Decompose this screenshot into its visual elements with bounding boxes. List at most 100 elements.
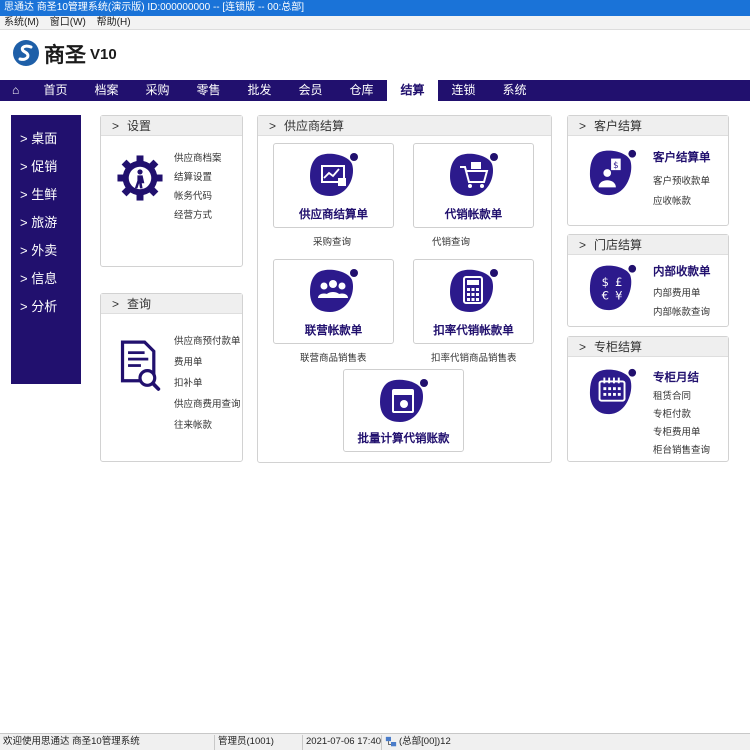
tab-retail[interactable]: 零售	[183, 80, 234, 101]
counter-monthly-settlement[interactable]: 专柜月结	[653, 369, 699, 385]
svg-text:€: €	[602, 289, 609, 303]
currency-icon: $ £ € ¥	[589, 264, 637, 311]
link-settlement-settings[interactable]: 结算设置	[174, 168, 222, 187]
link-joint-sales-report[interactable]: 联营商品销售表	[300, 350, 367, 364]
menu-window[interactable]: 窗口(W)	[46, 16, 90, 30]
tile-label: 联营帐款单	[304, 325, 363, 337]
tile-label: 扣率代销帐款单	[433, 325, 514, 337]
link-internal-expense[interactable]: 内部费用单	[653, 284, 710, 303]
tab-member[interactable]: 会员	[285, 80, 336, 101]
customer-settlement-panel: > 客户结算 $ 客户结算单 客户预收款单 应收帐款	[567, 115, 729, 226]
menu-system[interactable]: 系统(M)	[0, 16, 43, 30]
status-welcome: 欢迎使用思通达 商圣10管理系统	[3, 736, 140, 747]
document-search-icon	[120, 340, 161, 391]
brand-version: V10	[90, 46, 117, 63]
link-supplier-prepay[interactable]: 供应商预付款单	[174, 331, 241, 352]
main-nav: ⌂ 首页 档案 采购 零售 批发 会员 仓库 结算 连锁 系统	[0, 80, 750, 101]
panel-header: > 门店结算	[568, 235, 728, 255]
brand-header: 商圣 V10	[0, 30, 750, 80]
sidebar-item-fresh[interactable]: > 生鲜	[11, 181, 81, 209]
link-business-mode[interactable]: 经营方式	[174, 206, 222, 225]
link-purchase-query[interactable]: 采购查询	[313, 234, 351, 248]
tile-label: 供应商结算单	[299, 209, 368, 221]
network-icon	[385, 736, 397, 747]
chart-screen-icon	[309, 153, 358, 196]
shopping-cart-icon	[449, 153, 498, 196]
customer-links: 客户预收款单 应收帐款	[653, 172, 710, 212]
tab-system[interactable]: 系统	[489, 80, 540, 101]
link-lease-contract[interactable]: 租赁合同	[653, 388, 710, 406]
svg-text:¥: ¥	[615, 289, 622, 303]
internal-receipt-bill[interactable]: 内部收款单	[653, 263, 711, 279]
link-supplier-expense-query[interactable]: 供应商费用查询	[174, 394, 241, 415]
query-panel: > 查询 供应商预付款单 费用单 扣补单 供应商费用查询 往来帐款	[100, 293, 243, 462]
tab-chain[interactable]: 连锁	[438, 80, 489, 101]
tile-consignment-account[interactable]: 代销帐款单	[413, 143, 534, 228]
link-internal-account-query[interactable]: 内部帐款查询	[653, 303, 710, 322]
tab-warehouse[interactable]: 仓库	[336, 80, 387, 101]
store-links: 内部费用单 内部帐款查询	[653, 284, 710, 322]
link-discount-sales-report[interactable]: 扣率代销商品销售表	[431, 350, 517, 364]
link-counter-payment[interactable]: 专柜付款	[653, 406, 710, 424]
svg-text:£: £	[615, 275, 622, 289]
link-expense-bill[interactable]: 费用单	[174, 352, 241, 373]
brand-logo-icon	[13, 40, 39, 66]
link-deduction-bill[interactable]: 扣补单	[174, 373, 241, 394]
status-divider	[381, 735, 382, 750]
link-receivables[interactable]: 应收帐款	[653, 192, 710, 212]
sidebar-item-desktop[interactable]: > 桌面	[11, 125, 81, 153]
link-counter-sales-query[interactable]: 柜台销售查询	[653, 442, 710, 460]
tab-archive[interactable]: 档案	[81, 80, 132, 101]
tile-label: 批量计算代销账款	[357, 433, 450, 445]
link-account-code[interactable]: 帐务代码	[174, 187, 222, 206]
counter-settlement-panel: > 专柜结算 专柜月结 租赁合同 专柜付款 专柜费用单 柜台销售查询	[567, 336, 729, 462]
tile-batch-consignment-calc[interactable]: 批量计算代销账款	[343, 369, 464, 452]
customer-title: 客户结算	[594, 119, 643, 133]
status-datetime: 2021-07-06 17:40	[306, 736, 382, 747]
supplier-title: 供应商结算	[284, 119, 345, 133]
link-counter-expense[interactable]: 专柜费用单	[653, 424, 710, 442]
sidebar-item-analysis[interactable]: > 分析	[11, 293, 81, 321]
link-supplier-archive[interactable]: 供应商档案	[174, 149, 222, 168]
link-customer-prepay[interactable]: 客户预收款单	[653, 172, 710, 192]
sidebar: > 桌面 > 促销 > 生鲜 > 旅游 > 外卖 > 信息 > 分析	[11, 115, 81, 384]
settings-links: 供应商档案 结算设置 帐务代码 经营方式	[174, 149, 222, 225]
tile-joint-account[interactable]: 联营帐款单	[273, 259, 394, 344]
sidebar-item-travel[interactable]: > 旅游	[11, 209, 81, 237]
status-bar: 欢迎使用思通达 商圣10管理系统 管理员(1001) 2021-07-06 17…	[0, 733, 750, 750]
sidebar-item-promotion[interactable]: > 促销	[11, 153, 81, 181]
menu-bar: 系统(M) 窗口(W) 帮助(H)	[0, 16, 750, 30]
window-title: 思通达 商圣10管理系统(演示版) ID:000000000 -- [连锁版 -…	[4, 2, 305, 13]
query-title: 查询	[127, 297, 152, 311]
status-branch: (总部[00])12	[399, 736, 451, 747]
panel-header: > 专柜结算	[568, 337, 728, 357]
svg-text:$: $	[613, 161, 619, 171]
tab-purchase[interactable]: 采购	[132, 80, 183, 101]
tab-settlement[interactable]: 结算	[387, 80, 438, 101]
query-links: 供应商预付款单 费用单 扣补单 供应商费用查询 往来帐款	[174, 331, 241, 436]
sidebar-item-takeout[interactable]: > 外卖	[11, 237, 81, 265]
store-title: 门店结算	[594, 238, 643, 252]
panel-header: > 客户结算	[568, 116, 728, 136]
calculator-icon	[449, 269, 498, 312]
menu-help[interactable]: 帮助(H)	[93, 16, 135, 30]
calendar-icon	[589, 368, 637, 415]
gear-person-icon	[117, 155, 163, 201]
tile-supplier-settlement[interactable]: 供应商结算单	[273, 143, 394, 228]
sidebar-item-info[interactable]: > 信息	[11, 265, 81, 293]
tab-home[interactable]: 首页	[30, 80, 81, 101]
home-icon[interactable]: ⌂	[12, 83, 26, 97]
tile-discount-consignment-account[interactable]: 扣率代销帐款单	[413, 259, 534, 344]
brand-name: 商圣	[44, 43, 86, 67]
tab-wholesale[interactable]: 批发	[234, 80, 285, 101]
nav-tabs: 首页 档案 采购 零售 批发 会员 仓库 结算 连锁 系统	[30, 80, 540, 101]
customer-settlement-bill[interactable]: 客户结算单	[653, 149, 711, 165]
link-consignment-query[interactable]: 代销查询	[432, 234, 470, 248]
link-current-accounts[interactable]: 往来帐款	[174, 415, 241, 436]
status-divider	[302, 735, 303, 750]
panel-header: > 查询	[101, 294, 242, 314]
counter-links: 租赁合同 专柜付款 专柜费用单 柜台销售查询	[653, 388, 710, 460]
settings-title: 设置	[127, 119, 152, 133]
panel-header: > 设置	[101, 116, 242, 136]
store-settlement-panel: > 门店结算 $ £ € ¥ 内部收款单 内部费用单 内部帐款查询	[567, 234, 729, 327]
